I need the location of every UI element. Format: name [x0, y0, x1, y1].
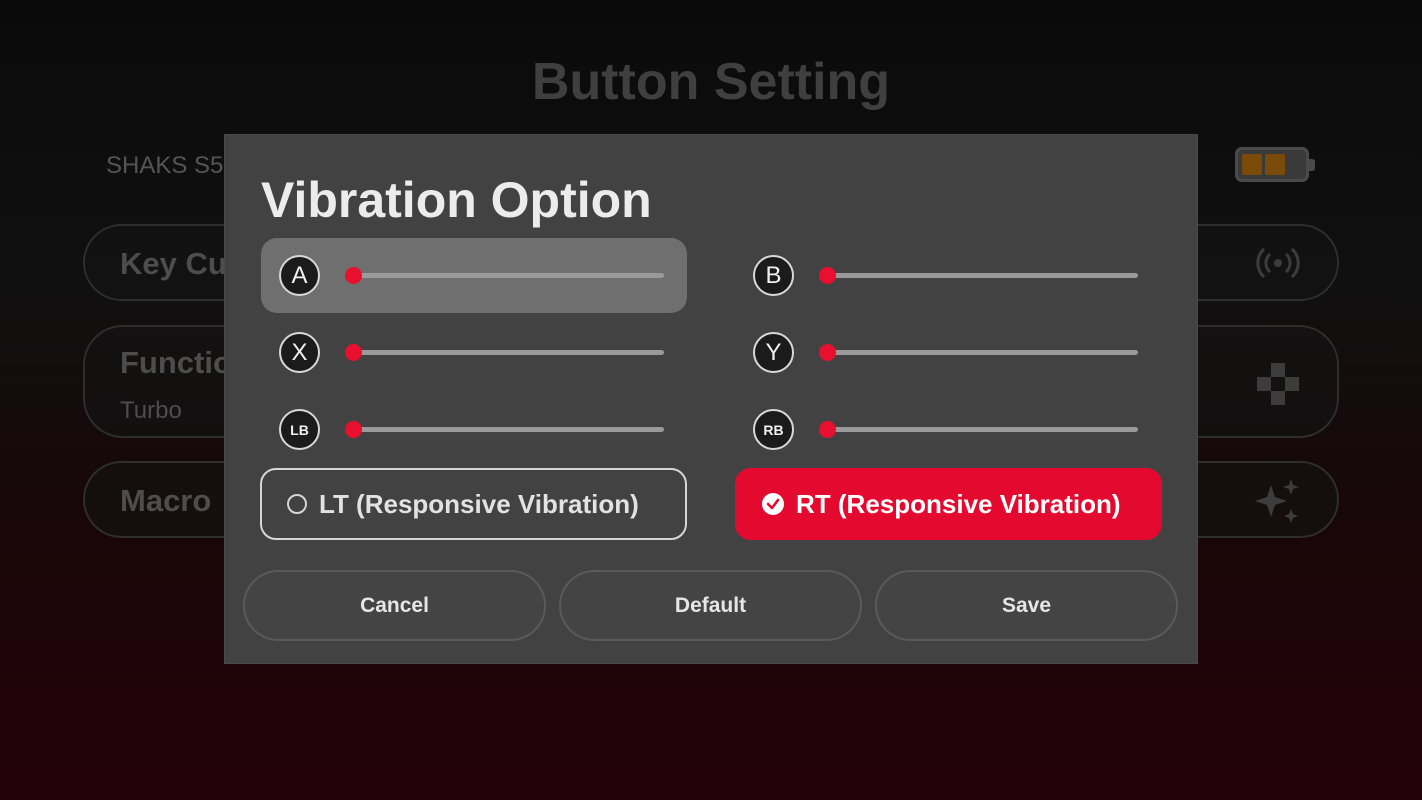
lt-option-label: LT (Responsive Vibration) [319, 488, 639, 519]
function-label: Functio [120, 345, 232, 380]
vibration-slider-b[interactable] [819, 267, 1138, 284]
battery-cell [1265, 154, 1285, 175]
slider-row-y[interactable]: Y [735, 315, 1161, 390]
vibration-slider-lb[interactable] [345, 421, 664, 438]
device-name: SHAKS S5 [106, 152, 224, 179]
dialog-title: Vibration Option [261, 172, 652, 228]
page-title: Button Setting [531, 53, 891, 111]
slider-thumb[interactable] [819, 267, 836, 284]
slider-thumb[interactable] [345, 267, 362, 284]
battery-icon [1235, 147, 1315, 182]
radio-unchecked-icon [287, 494, 307, 514]
button-y-badge: Y [753, 332, 794, 373]
button-x-badge: X [279, 332, 320, 373]
dpad-icon [1255, 361, 1301, 412]
default-button[interactable]: Default [559, 570, 862, 641]
slider-thumb[interactable] [345, 421, 362, 438]
key-custom-label: Key Cu [120, 246, 227, 281]
macro-label: Macro [120, 483, 212, 518]
vibration-slider-x[interactable] [345, 344, 664, 361]
broadcast-icon [1255, 246, 1301, 285]
vibration-slider-rb[interactable] [819, 421, 1138, 438]
slider-thumb[interactable] [819, 421, 836, 438]
sparkle-icon [1253, 477, 1301, 530]
button-rb-badge: RB [753, 409, 794, 450]
slider-thumb[interactable] [819, 344, 836, 361]
rt-responsive-option[interactable]: RT (Responsive Vibration) [735, 468, 1162, 540]
cancel-button[interactable]: Cancel [243, 570, 546, 641]
slider-thumb[interactable] [345, 344, 362, 361]
button-lb-badge: LB [279, 409, 320, 450]
function-sub: Turbo [120, 397, 182, 424]
vibration-slider-y[interactable] [819, 344, 1138, 361]
slider-row-rb[interactable]: RB [735, 392, 1161, 467]
vibration-slider-a[interactable] [345, 267, 664, 284]
lt-responsive-option[interactable]: LT (Responsive Vibration) [260, 468, 687, 540]
rt-option-label: RT (Responsive Vibration) [796, 488, 1121, 519]
slider-row-x[interactable]: X [261, 315, 687, 390]
check-circle-icon [762, 493, 784, 515]
slider-row-b[interactable]: B [735, 238, 1161, 313]
button-a-badge: A [279, 255, 320, 296]
slider-row-lb[interactable]: LB [261, 392, 687, 467]
button-b-badge: B [753, 255, 794, 296]
slider-row-a[interactable]: A [261, 238, 687, 313]
save-button[interactable]: Save [875, 570, 1178, 641]
battery-cell [1242, 154, 1262, 175]
vibration-dialog: Vibration Option A B X Y LB RB LT (Respo… [225, 135, 1197, 663]
